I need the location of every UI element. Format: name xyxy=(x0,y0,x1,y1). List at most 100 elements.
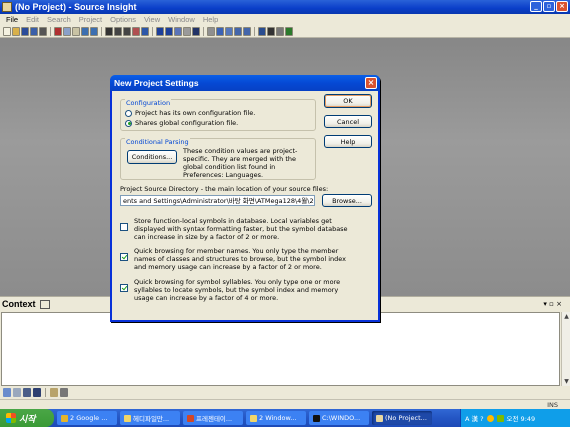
radio-own-config[interactable]: Project has its own configuration file. xyxy=(125,109,255,117)
menu-file[interactable]: File xyxy=(2,15,22,24)
option-text: Quick browsing for symbol syllables. You… xyxy=(134,278,341,302)
open-icon[interactable] xyxy=(12,26,20,36)
new-icon[interactable] xyxy=(3,26,11,36)
redo-icon[interactable] xyxy=(90,26,98,36)
paste-icon[interactable] xyxy=(72,26,80,36)
help-button[interactable]: Help xyxy=(324,135,372,148)
context-toolbar xyxy=(0,386,570,399)
context-window-controls[interactable]: ▾ ▫ × xyxy=(543,300,562,308)
browse-icon[interactable] xyxy=(183,26,191,36)
task-label: C:\WINDO... xyxy=(322,414,361,422)
network-icon[interactable] xyxy=(496,414,504,422)
save-icon[interactable] xyxy=(21,26,29,36)
insert-mode-indicator: INS xyxy=(547,401,558,409)
jump-icon[interactable] xyxy=(174,26,182,36)
task-windows-explorer[interactable]: 2 Window... xyxy=(246,411,306,425)
print-icon[interactable] xyxy=(39,26,47,36)
menu-options[interactable]: Options xyxy=(106,15,140,24)
layout-icon[interactable] xyxy=(216,26,224,36)
task-command-prompt[interactable]: C:\WINDO... xyxy=(309,411,369,425)
search-icon[interactable] xyxy=(105,26,113,36)
menu-window[interactable]: Window xyxy=(164,15,199,24)
task-presentation[interactable]: 프레젠테이... xyxy=(183,411,243,425)
cancel-button[interactable]: Cancel xyxy=(324,115,372,128)
messenger-icon[interactable] xyxy=(486,414,494,422)
help-icon[interactable] xyxy=(267,26,275,36)
radio-label: Shares global configuration file. xyxy=(135,119,239,127)
close-button[interactable]: × xyxy=(556,1,568,12)
symbol-icon[interactable] xyxy=(207,26,215,36)
cut-icon[interactable] xyxy=(54,26,62,36)
project-icon[interactable] xyxy=(258,26,266,36)
context-relation-icon[interactable] xyxy=(33,388,41,397)
task-label: 2 Window... xyxy=(259,414,297,422)
option-local-symbols[interactable]: Store function-local symbols in database… xyxy=(120,217,356,241)
context-title: Context xyxy=(2,299,36,309)
dialog-close-button[interactable]: × xyxy=(365,77,377,89)
main-titlebar: (No Project) - Source Insight _ ▫ × xyxy=(0,0,570,14)
pin-icon[interactable] xyxy=(39,299,50,309)
context-jump-icon[interactable] xyxy=(13,388,21,397)
task-folder[interactable]: 헤디파일만... xyxy=(120,411,180,425)
checkbox[interactable] xyxy=(120,253,128,261)
context-browse-icon[interactable] xyxy=(23,388,31,397)
context-view[interactable] xyxy=(1,312,560,386)
scroll-up-icon[interactable]: ▲ xyxy=(562,312,570,321)
task-source-insight[interactable]: (No Project... xyxy=(372,411,432,425)
context-print-icon[interactable] xyxy=(50,388,58,397)
group-label: Conditional Parsing xyxy=(125,138,190,146)
radio-button[interactable] xyxy=(125,119,132,127)
relation-icon[interactable] xyxy=(192,26,200,36)
replace-icon[interactable] xyxy=(132,26,140,36)
start-button[interactable]: 시작 xyxy=(0,409,54,427)
browse-button[interactable]: Browse... xyxy=(322,194,372,207)
ime-indicator[interactable]: A 漢 ? xyxy=(465,413,484,423)
console-icon xyxy=(313,414,320,422)
radio-global-config[interactable]: Shares global configuration file. xyxy=(125,119,238,127)
bookmark-icon[interactable] xyxy=(141,26,149,36)
tile-icon[interactable] xyxy=(234,26,242,36)
menu-search[interactable]: Search xyxy=(43,15,75,24)
toolbar-separator xyxy=(50,26,51,36)
menu-view[interactable]: View xyxy=(140,15,164,24)
maximize-button[interactable]: ▫ xyxy=(543,1,555,12)
window-icon[interactable] xyxy=(225,26,233,36)
copy-icon[interactable] xyxy=(63,26,71,36)
checkbox[interactable] xyxy=(120,223,128,231)
checkbox[interactable] xyxy=(120,284,128,292)
group-label: Configuration xyxy=(125,99,172,107)
sync-icon[interactable] xyxy=(285,26,293,36)
option-text: Quick browsing for member names. You onl… xyxy=(134,247,347,271)
find-next-icon[interactable] xyxy=(114,26,122,36)
window-controls: _ ▫ × xyxy=(530,1,568,12)
task-label: (No Project... xyxy=(385,414,427,422)
conditions-button[interactable]: Conditions... xyxy=(127,150,177,164)
forward-icon[interactable] xyxy=(165,26,173,36)
cascade-icon[interactable] xyxy=(243,26,251,36)
context-scrollbar[interactable]: ▲ ▼ xyxy=(561,312,570,386)
task-chrome[interactable]: 2 Google ... xyxy=(57,411,117,425)
folder-icon xyxy=(124,414,131,422)
scroll-down-icon[interactable]: ▼ xyxy=(562,377,570,386)
option-symbol-syllables[interactable]: Quick browsing for symbol syllables. You… xyxy=(120,278,356,302)
minimize-button[interactable]: _ xyxy=(530,1,542,12)
source-directory-label: Project Source Directory - the main loca… xyxy=(120,185,329,193)
system-tray: A 漢 ? 오전 9:49 xyxy=(460,409,570,427)
taskbar: 시작 2 Google ... 헤디파일만... 프레젠테이... 2 Wind… xyxy=(0,409,570,427)
undo-icon[interactable] xyxy=(81,26,89,36)
find-prev-icon[interactable] xyxy=(123,26,131,36)
radio-button[interactable] xyxy=(125,109,132,117)
settings-icon[interactable] xyxy=(276,26,284,36)
menu-edit[interactable]: Edit xyxy=(22,15,43,24)
menu-help[interactable]: Help xyxy=(199,15,222,24)
source-directory-input[interactable]: ents and Settings\Administrator\바탕 화면\AT… xyxy=(120,195,315,206)
radio-label: Project has its own configuration file. xyxy=(135,109,256,117)
context-options-icon[interactable] xyxy=(60,388,68,397)
save-all-icon[interactable] xyxy=(30,26,38,36)
context-lock-icon[interactable] xyxy=(3,388,11,397)
ok-button[interactable]: OK xyxy=(324,94,372,108)
menu-project[interactable]: Project xyxy=(75,15,106,24)
task-label: 프레젠테이... xyxy=(196,415,233,423)
option-member-names[interactable]: Quick browsing for member names. You onl… xyxy=(120,247,356,271)
back-icon[interactable] xyxy=(156,26,164,36)
